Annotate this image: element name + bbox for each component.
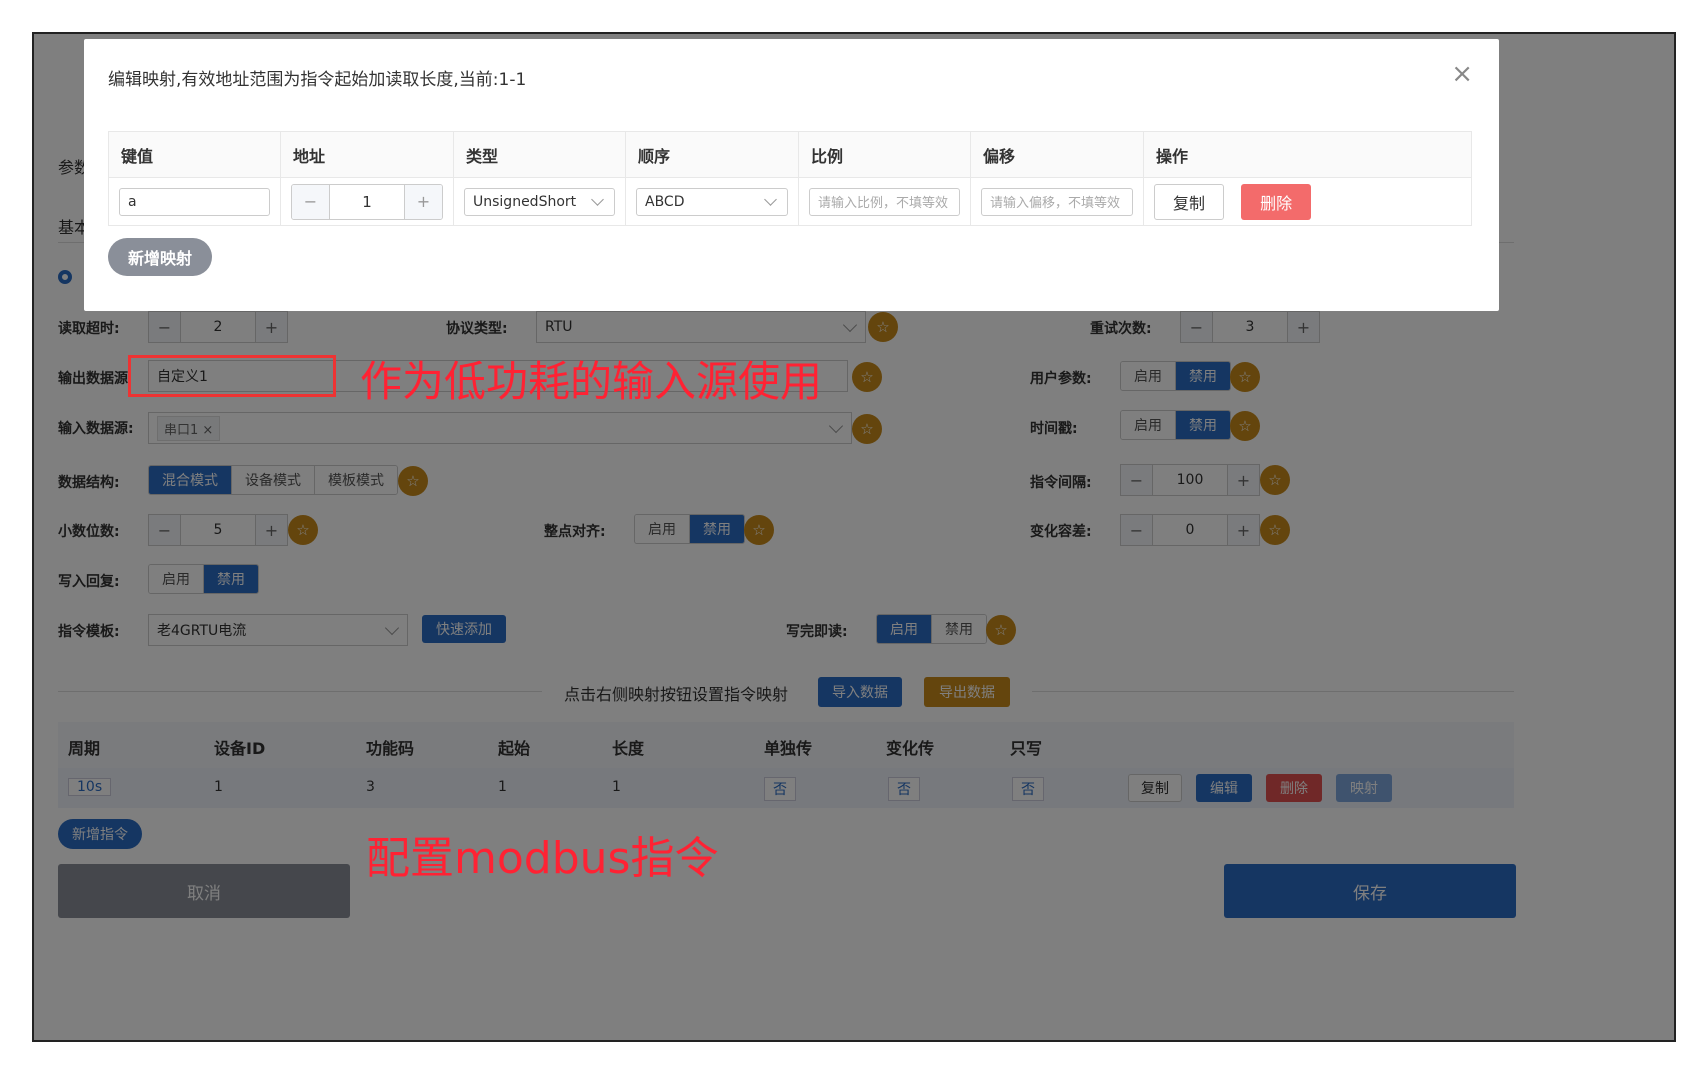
annotation-highlight-box xyxy=(128,355,336,397)
col-type: 类型 xyxy=(453,131,626,178)
key-input[interactable]: a xyxy=(119,187,270,216)
offset-input[interactable]: 请输入偏移，不填等效 xyxy=(981,187,1133,216)
mapping-table-header: 键值 地址 类型 顺序 比例 偏移 操作 xyxy=(108,131,1472,178)
col-offset: 偏移 xyxy=(970,131,1144,178)
annotation-modbus: 配置modbus指令 xyxy=(366,833,719,884)
minus-icon[interactable]: − xyxy=(292,184,330,219)
mapping-row: a − 1 + UnsignedShort ABCD 请输入比例，不填等效 请输… xyxy=(108,177,1472,226)
chevron-down-icon xyxy=(591,192,604,206)
plus-icon[interactable]: + xyxy=(404,184,442,219)
col-address: 地址 xyxy=(280,131,454,178)
mapping-modal: 编辑映射,有效地址范围为指令起始加读取长度,当前:1-1 × 键值 地址 类型 … xyxy=(84,39,1499,311)
chevron-down-icon xyxy=(764,192,777,206)
modal-title: 编辑映射,有效地址范围为指令起始加读取长度,当前:1-1 xyxy=(108,70,527,90)
type-value: UnsignedShort xyxy=(473,193,577,210)
col-key: 键值 xyxy=(108,131,281,178)
order-select[interactable]: ABCD xyxy=(636,187,788,216)
type-cell: UnsignedShort xyxy=(453,177,626,226)
address-cell: − 1 + xyxy=(280,177,454,226)
order-value: ABCD xyxy=(645,193,685,210)
col-ratio: 比例 xyxy=(798,131,971,178)
col-order: 顺序 xyxy=(625,131,799,178)
type-select[interactable]: UnsignedShort xyxy=(464,187,615,216)
annotation-low-power: 作为低功耗的输入源使用 xyxy=(360,357,823,406)
offset-cell: 请输入偏移，不填等效 xyxy=(970,177,1144,226)
address-stepper[interactable]: − 1 + xyxy=(291,183,443,220)
ratio-input[interactable]: 请输入比例，不填等效 xyxy=(809,187,960,216)
delete-button[interactable]: 删除 xyxy=(1241,183,1312,220)
add-mapping-button[interactable]: 新增映射 xyxy=(108,238,212,276)
ratio-placeholder: 请输入比例，不填等效 xyxy=(818,196,949,211)
copy-button[interactable]: 复制 xyxy=(1154,183,1224,220)
key-cell: a xyxy=(108,177,281,226)
close-icon[interactable]: × xyxy=(1451,61,1473,87)
mapping-table: 键值 地址 类型 顺序 比例 偏移 操作 a − 1 + UnsignedSho… xyxy=(108,131,1472,226)
offset-placeholder: 请输入偏移，不填等效 xyxy=(990,196,1121,211)
address-value[interactable]: 1 xyxy=(330,185,404,219)
app-window: 参数 基本 读取超时: −2+ 协议类型: RTU ☆ 重试次数: −3+ 输出… xyxy=(32,32,1676,1042)
config-page: 参数 基本 读取超时: −2+ 协议类型: RTU ☆ 重试次数: −3+ 输出… xyxy=(34,34,1674,1040)
ratio-cell: 请输入比例，不填等效 xyxy=(798,177,971,226)
actions-cell: 复制 删除 xyxy=(1144,178,1472,226)
order-cell: ABCD xyxy=(625,177,799,226)
col-actions: 操作 xyxy=(1143,131,1472,178)
